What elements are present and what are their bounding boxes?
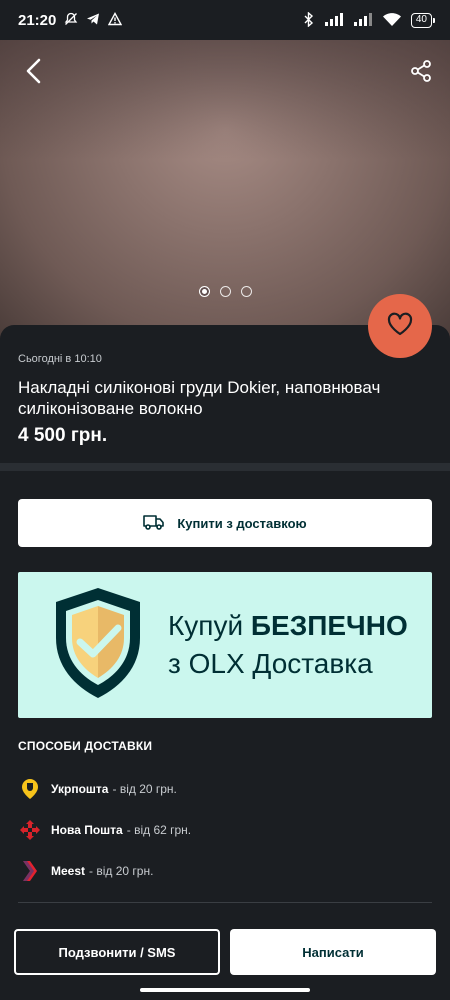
signal-icon [353, 12, 373, 28]
call-sms-button[interactable]: Подзвонити / SMS [14, 929, 220, 975]
delivery-name: Укрпошта [51, 781, 109, 796]
chevron-left-icon [24, 58, 42, 89]
ukrposhta-icon [18, 777, 42, 801]
delivery-item-nova-poshta: Нова Пошта - від 62 грн. [18, 809, 432, 850]
favorite-button[interactable] [368, 294, 432, 358]
gallery-pagination [0, 286, 450, 297]
listing-price: 4 500 грн. [18, 425, 108, 446]
bottom-action-bar: Подзвонити / SMS Написати [0, 918, 450, 1000]
gallery-dot[interactable] [240, 286, 252, 297]
buy-with-delivery-button[interactable]: Купити з доставкою [18, 499, 432, 547]
buy-with-delivery-label: Купити з доставкою [177, 515, 307, 531]
section-divider [0, 463, 450, 471]
listing-title: Накладні силіконові груди Dokier, наповн… [18, 378, 381, 418]
banner-text-normal: Купуй [168, 610, 251, 641]
banner-text-line2: з OLX Доставка [168, 648, 373, 679]
delivery-name: Meest [51, 863, 86, 878]
warning-icon [108, 12, 123, 28]
banner-text: Купуй БЕЗПЕЧНО з OLX Доставка [168, 607, 408, 683]
truck-icon [143, 514, 165, 533]
delivery-price: - від 62 грн. [126, 822, 192, 837]
delivery-heading: СПОСОБИ ДОСТАВКИ [18, 739, 153, 753]
delivery-price: - від 20 грн. [89, 863, 154, 878]
meest-icon [18, 859, 42, 883]
gallery-dot[interactable] [219, 286, 231, 297]
divider [18, 902, 432, 903]
status-bar: 21:20 40 [0, 0, 450, 40]
signal-icon [324, 12, 344, 28]
share-button[interactable] [406, 58, 436, 88]
posted-date: Сьогодні в 10:10 [18, 353, 102, 365]
listing-photo[interactable] [0, 40, 450, 340]
share-icon [409, 59, 433, 88]
delivery-methods-list: Укрпошта - від 20 грн. Нова Пошта - від … [18, 768, 432, 891]
home-indicator[interactable] [140, 988, 310, 992]
gallery-dot[interactable] [198, 286, 210, 297]
bluetooth-icon [303, 10, 315, 29]
battery-icon: 40 [410, 12, 436, 28]
nova-poshta-icon [18, 818, 42, 842]
delivery-price: - від 20 грн. [112, 781, 177, 796]
wifi-icon [382, 12, 402, 29]
delivery-item-ukrposhta: Укрпошта - від 20 грн. [18, 768, 432, 809]
banner-text-bold: БЕЗПЕЧНО [250, 610, 408, 641]
write-message-button[interactable]: Написати [230, 929, 436, 975]
telegram-icon [86, 12, 100, 28]
delivery-item-meest: Meest - від 20 грн. [18, 850, 432, 891]
olx-delivery-banner[interactable]: Купуй БЕЗПЕЧНО з OLX Доставка [18, 572, 432, 718]
back-button[interactable] [18, 58, 48, 88]
delivery-name: Нова Пошта [51, 822, 123, 837]
heart-icon [387, 312, 413, 341]
status-time: 21:20 [18, 11, 57, 29]
bell-off-icon [64, 12, 78, 28]
shield-check-icon [50, 584, 146, 707]
